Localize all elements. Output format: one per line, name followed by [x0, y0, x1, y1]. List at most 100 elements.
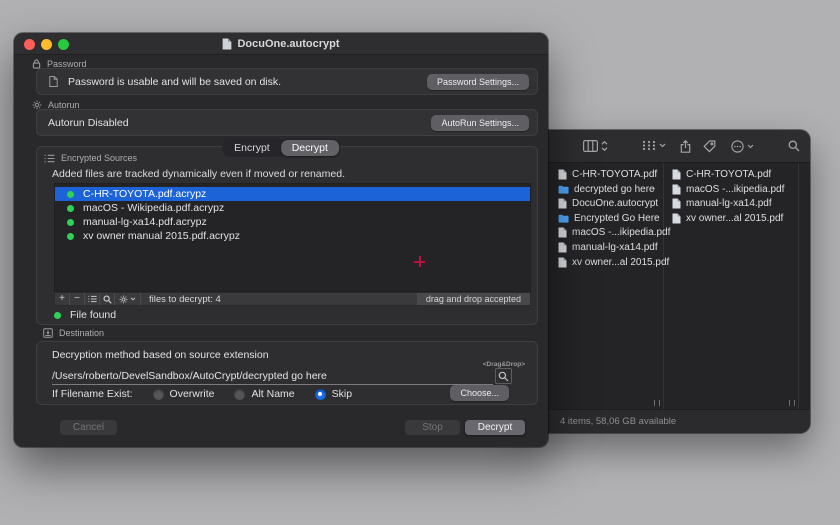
file-name: C-HR-TOYOTA.pdf.acrypz — [83, 188, 206, 200]
more-actions-icon[interactable] — [731, 140, 754, 153]
traffic-lights — [24, 39, 69, 50]
method-text: Decryption method based on source extens… — [52, 349, 269, 361]
radio-label: Skip — [332, 388, 352, 400]
chevron-down-icon — [747, 144, 754, 149]
radio-icon[interactable] — [234, 389, 245, 400]
stop-button[interactable]: Stop — [405, 420, 460, 435]
finder-row[interactable]: manual-lg-xa14.pdf — [672, 196, 772, 210]
drag-drop-label: <Drag&Drop> — [483, 361, 525, 368]
finder-toolbar — [520, 130, 810, 163]
minimize-button[interactable] — [41, 39, 52, 50]
finder-row[interactable]: macOS -...ikipedia.pdf — [558, 225, 670, 239]
radio-icon[interactable] — [153, 389, 164, 400]
cancel-button[interactable]: Cancel — [60, 420, 117, 435]
finder-file-name: macOS -...ikipedia.pdf — [686, 184, 784, 195]
search-button[interactable] — [100, 293, 115, 305]
finder-row[interactable]: macOS -...ikipedia.pdf — [672, 182, 784, 196]
finder-row[interactable]: C-HR-TOYOTA.pdf — [558, 167, 657, 181]
radio-overwrite[interactable]: Overwrite — [153, 388, 215, 400]
search-icon — [103, 295, 112, 304]
remove-button[interactable]: − — [70, 293, 85, 305]
finder-file-name: manual-lg-xa14.pdf — [572, 242, 658, 253]
finder-row[interactable]: xv owner...al 2015.pdf — [672, 211, 783, 225]
add-button[interactable]: + — [55, 293, 70, 305]
tab-decrypt[interactable]: Decrypt — [281, 140, 339, 156]
if-filename-exist-row: If Filename Exist: Overwrite Alt Name Sk… — [52, 388, 352, 400]
column-divider[interactable] — [663, 163, 664, 409]
finder-row-selected[interactable]: decrypted go here › — [558, 182, 655, 196]
radio-alt-name[interactable]: Alt Name — [234, 388, 294, 400]
encrypted-sources-box: Encrypted Sources Added files are tracke… — [36, 146, 538, 325]
radio-label: Overwrite — [170, 388, 215, 400]
search-icon[interactable] — [788, 140, 800, 152]
file-name: manual-lg-xa14.pdf.acrypz — [83, 216, 207, 228]
autorun-box: Autorun Disabled AutoRun Settings... — [36, 109, 538, 136]
finder-window: C-HR-TOYOTA.pdf decrypted go here › Docu… — [520, 130, 810, 433]
app-window: DocuOne.autocrypt Password Password is u… — [14, 33, 548, 447]
destination-box: Decryption method based on source extens… — [36, 341, 538, 405]
window-title-wrap: DocuOne.autocrypt — [222, 38, 339, 50]
destination-path-field[interactable]: /Users/roberto/DevelSandbox/AutoCrypt/de… — [52, 368, 493, 385]
autorun-settings-button[interactable]: AutoRun Settings... — [431, 115, 529, 131]
column-divider[interactable] — [798, 163, 799, 409]
tab-encrypt[interactable]: Encrypt — [223, 140, 281, 156]
finder-file-name: C-HR-TOYOTA.pdf — [686, 169, 771, 180]
list-item[interactable]: xv owner manual 2015.pdf.acrypz — [55, 229, 530, 243]
file-found-text: File found — [70, 309, 116, 321]
radio-icon-selected[interactable] — [315, 389, 326, 400]
group-by-icon[interactable] — [642, 140, 666, 151]
title-bar[interactable]: DocuOne.autocrypt — [14, 33, 548, 55]
list-item[interactable]: macOS - Wikipedia.pdf.acrypz — [55, 201, 530, 215]
decrypt-button[interactable]: Decrypt — [465, 420, 525, 435]
radio-label: Alt Name — [251, 388, 294, 400]
finder-status-text: 4 items, 58,06 GB available — [560, 416, 676, 427]
status-dot — [67, 205, 74, 212]
destination-icon — [43, 328, 53, 338]
list-toolbar: + − files to decrypt: 4 drag and drop ac… — [54, 292, 531, 306]
document-icon — [558, 169, 567, 180]
document-icon — [672, 184, 681, 195]
column-resize-handle[interactable] — [654, 400, 660, 406]
finder-file-name: macOS -...ikipedia.pdf — [572, 227, 670, 238]
window-title: DocuOne.autocrypt — [237, 38, 339, 50]
finder-row[interactable]: manual-lg-xa14.pdf — [558, 240, 658, 254]
list-item[interactable]: manual-lg-xa14.pdf.acrypz — [55, 215, 530, 229]
column-resize-handle[interactable] — [789, 400, 795, 406]
destination-section-label: Destination — [43, 328, 104, 338]
document-icon — [49, 76, 58, 87]
radio-skip[interactable]: Skip — [315, 388, 352, 400]
choose-button[interactable]: Choose... — [450, 385, 509, 401]
list-icon — [88, 295, 97, 303]
document-icon — [222, 38, 232, 50]
finder-row[interactable]: DocuOne.autocrypt — [558, 196, 658, 210]
folder-icon — [558, 185, 569, 194]
finder-row[interactable]: xv owner...al 2015.pdf — [558, 255, 669, 269]
password-box: Password is usable and will be saved on … — [36, 68, 538, 95]
close-button[interactable] — [24, 39, 35, 50]
chevron-right-icon: › — [654, 213, 657, 223]
folder-icon — [558, 214, 569, 223]
list-item-selected[interactable]: C-HR-TOYOTA.pdf.acrypz — [55, 187, 530, 201]
file-name: macOS - Wikipedia.pdf.acrypz — [83, 202, 224, 214]
if-exist-label: If Filename Exist: — [52, 388, 133, 400]
reveal-path-button[interactable] — [495, 368, 512, 384]
sources-list[interactable]: C-HR-TOYOTA.pdf.acrypz macOS - Wikipedia… — [54, 183, 531, 292]
actions-menu-button[interactable] — [115, 293, 141, 305]
status-dot — [54, 312, 61, 319]
zoom-button[interactable] — [58, 39, 69, 50]
autorun-status-text: Autorun Disabled — [48, 117, 421, 129]
finder-file-name: C-HR-TOYOTA.pdf — [572, 169, 657, 180]
finder-file-name: DocuOne.autocrypt — [572, 198, 658, 209]
document-icon — [558, 227, 567, 238]
finder-file-name: Encrypted Go Here — [574, 213, 660, 224]
column-view-icon[interactable] — [583, 140, 608, 152]
finder-status-bar: 4 items, 58,06 GB available — [520, 409, 810, 433]
finder-row[interactable]: Encrypted Go Here › — [558, 211, 660, 225]
tag-icon[interactable] — [703, 140, 716, 153]
finder-file-name: decrypted go here — [574, 184, 655, 195]
finder-row[interactable]: C-HR-TOYOTA.pdf — [672, 167, 771, 181]
list-view-button[interactable] — [85, 293, 100, 305]
password-settings-button[interactable]: Password Settings... — [427, 74, 529, 90]
document-icon — [558, 198, 567, 209]
share-icon[interactable] — [680, 140, 691, 153]
